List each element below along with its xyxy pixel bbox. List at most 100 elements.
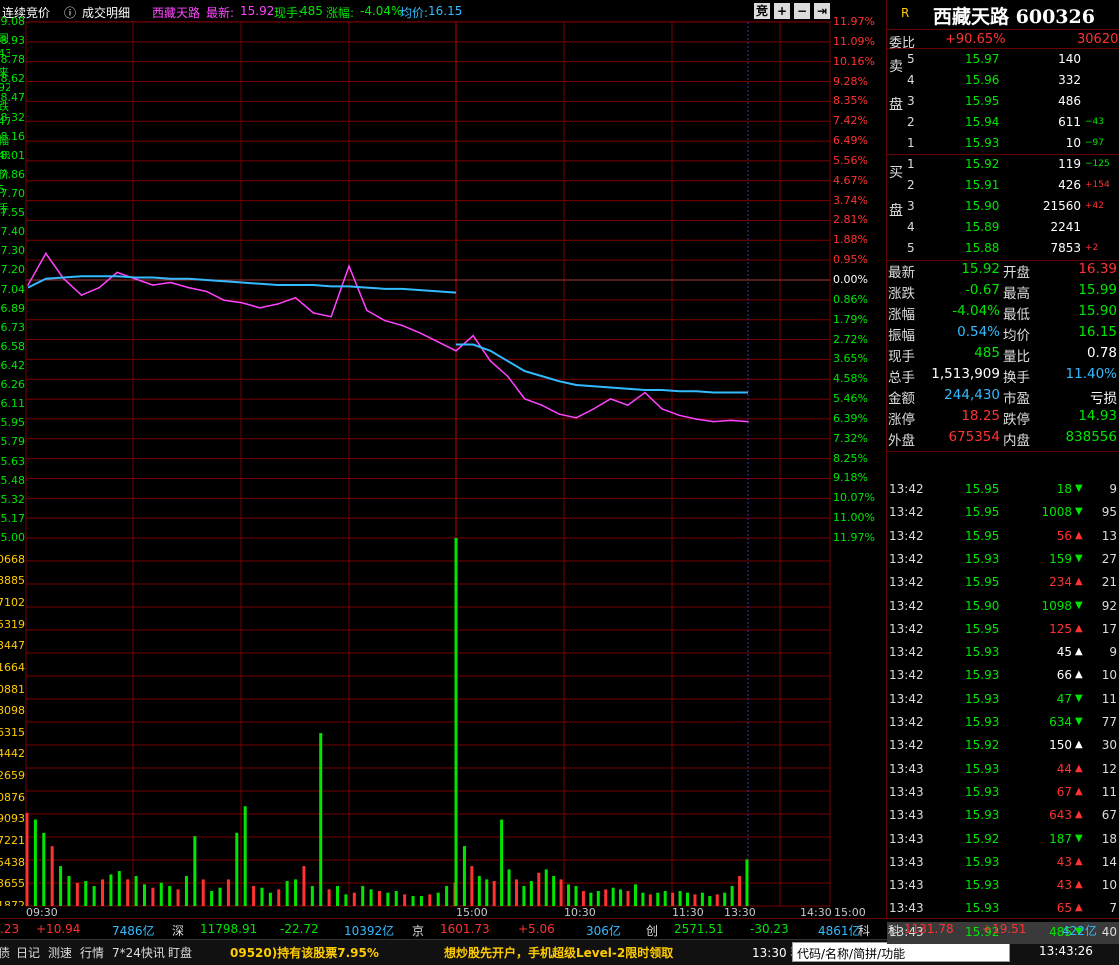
index-bar-item[interactable]: +5.06 — [518, 922, 555, 936]
trade-volume: 1098 — [1041, 598, 1072, 613]
price-point — [575, 417, 578, 419]
index-bar-item[interactable]: 科 — [888, 922, 900, 939]
index-bar-item[interactable]: -22.72 — [280, 922, 319, 936]
order-book-cell: −125 — [1085, 159, 1110, 169]
price-tick-label: 6.11 — [0, 397, 26, 411]
trade-volume: 634 — [1049, 715, 1072, 729]
index-bar-item[interactable]: 7486亿 — [112, 922, 155, 939]
trade-count: 21 — [1101, 575, 1117, 590]
index-bar-item[interactable]: 1131.78 — [904, 922, 954, 936]
status-button-quotes[interactable]: 行情 — [80, 944, 104, 961]
volume-tick-label: 8885 — [0, 574, 25, 588]
index-bar-item[interactable]: 科 — [858, 922, 870, 939]
status-button-watch[interactable]: 盯盘 — [168, 944, 192, 961]
volume-bar — [377, 891, 381, 906]
arrow-up-icon: ▲ — [1075, 762, 1083, 774]
volume-bar — [574, 886, 578, 906]
status-button-news[interactable]: 7*24快讯 — [112, 944, 165, 961]
index-bar-item[interactable]: -30.23 — [750, 922, 789, 936]
percent-tick-label: 5.46% — [833, 392, 868, 406]
order-book-cell: +154 — [1085, 180, 1110, 190]
trade-volume: 1008 — [1041, 505, 1072, 520]
index-bar-item[interactable]: +10.94 — [36, 922, 80, 936]
trade-volume: 65 — [1056, 901, 1072, 916]
index-bar-item[interactable]: 10392亿 — [344, 922, 394, 939]
price-tick-label: 8.16 — [0, 129, 26, 143]
index-bar-item[interactable]: .23 — [0, 922, 19, 936]
quote-stat-value: 838556 — [1065, 429, 1117, 445]
index-bar-item[interactable]: 创 — [646, 922, 658, 939]
volume-bar — [201, 879, 205, 906]
volume-bar — [700, 892, 704, 906]
intraday-chart[interactable] — [0, 0, 886, 918]
price-point — [489, 360, 492, 362]
percent-tick-label: 6.49% — [833, 134, 868, 148]
price-point — [152, 284, 154, 286]
status-button-speedtest[interactable]: 测速 — [48, 944, 72, 961]
volume-bar — [529, 881, 533, 906]
percent-tick-label: 9.18% — [833, 471, 868, 485]
weibi-row: 委比 +90.65% 30620 — [887, 29, 1119, 51]
volume-bar — [67, 876, 71, 906]
price-tick-label: 6.26 — [0, 378, 26, 392]
price-tick-label: 5.32 — [0, 492, 26, 506]
trade-price: 15.95 — [965, 482, 1000, 496]
price-point — [383, 319, 386, 322]
index-bar-item[interactable]: 11798.91 — [200, 922, 257, 936]
index-bar-item[interactable]: 深 — [172, 922, 184, 939]
percent-tick-label: 4.58% — [833, 372, 868, 386]
price-point — [330, 315, 332, 318]
order-book-cell: −97 — [1085, 138, 1104, 148]
percent-tick-label: 2.72% — [833, 332, 868, 346]
quote-stat-value: 0.78 — [1086, 345, 1117, 361]
volume-tick-label: 9093 — [0, 812, 25, 826]
status-button-debt[interactable]: 债 — [0, 944, 10, 961]
quote-stat-cell: 市盈 — [1003, 391, 1030, 407]
trade-volume: 56 — [1056, 528, 1072, 543]
order-book-cell: 140 — [1058, 52, 1081, 66]
index-bar-item[interactable]: 2571.51 — [674, 922, 724, 936]
price-tick-label: 7.30 — [0, 244, 26, 258]
arrow-up-icon: ▲ — [1075, 785, 1083, 797]
volume-bar — [411, 896, 415, 906]
index-bar-item[interactable]: 422亿 — [1062, 922, 1097, 939]
trade-count: 7 — [1109, 901, 1117, 916]
volume-bar — [485, 879, 489, 906]
volume-bar — [403, 894, 407, 906]
trade-count: 77 — [1101, 715, 1117, 729]
status-button-diary[interactable]: 日记 — [16, 944, 40, 961]
trade-price: 15.93 — [965, 715, 1000, 729]
volume-tick-label: 8098 — [0, 704, 25, 718]
volume-bar — [715, 894, 719, 906]
trade-price: 15.93 — [965, 668, 1000, 683]
index-bar-item[interactable]: 306亿 — [586, 922, 621, 939]
volume-bar — [436, 892, 440, 906]
volume-bar — [210, 891, 214, 906]
quote-stat-cell: 金额 — [888, 391, 915, 407]
volume-bar — [151, 887, 155, 906]
index-bar-item[interactable]: 4861亿 — [818, 922, 861, 939]
price-tick-label: 5.95 — [0, 416, 26, 430]
index-bar-item[interactable]: 京 — [412, 922, 424, 939]
trade-price: 15.93 — [965, 854, 1000, 869]
volume-bar — [671, 892, 675, 906]
index-bar-item[interactable]: 1601.73 — [440, 922, 490, 936]
market-index-bar-extension[interactable]: 科 1131.78 +19.51 422亿 — [886, 918, 1119, 938]
news-ticker-2[interactable]: 想炒股先开户，手机超级Level-2限时领取 — [444, 944, 673, 961]
order-book-cell: 21560 — [1042, 199, 1081, 213]
trade-volume: 159 — [1049, 551, 1072, 566]
percent-tick-label: 0.00% — [833, 273, 868, 286]
percent-tick-label: 10.16% — [833, 54, 875, 68]
market-index-bar[interactable]: .23 +10.94 7486亿深 11798.91 -22.72 10392亿 京 1601… — [0, 918, 886, 938]
volume-bar — [42, 832, 46, 906]
volume-bar — [394, 891, 398, 906]
volume-bar — [352, 892, 356, 906]
quote-stat-cell: 跌停 — [1003, 412, 1030, 428]
news-ticker-1[interactable]: 09520)持有该股票7.95% — [230, 944, 379, 961]
percent-tick-label: 1.79% — [833, 312, 868, 326]
index-bar-item[interactable]: +19.51 — [982, 922, 1026, 936]
volume-bar — [336, 886, 340, 906]
volume-bar — [59, 866, 63, 906]
trade-time: 13:42 — [889, 551, 924, 566]
search-input[interactable]: 代码/名称/简拼/功能 — [792, 942, 1010, 962]
